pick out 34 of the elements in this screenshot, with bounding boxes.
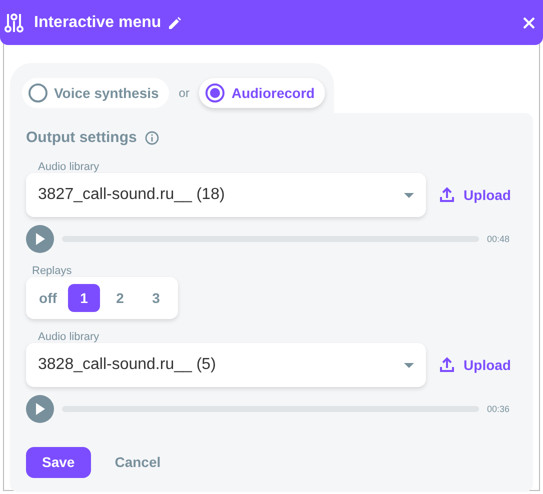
duration-text: 00:48 <box>487 234 511 244</box>
play-icon <box>35 233 45 245</box>
field-label: Audio library <box>38 161 100 174</box>
upload-icon <box>440 187 454 202</box>
upload-button[interactable]: Upload <box>434 186 517 204</box>
section-title: Output settings <box>26 129 137 147</box>
field-label: Replays <box>32 265 73 278</box>
radio-option[interactable]: Voice synthesis <box>22 78 169 108</box>
audio-select[interactable]: 3827_call-sound.ru__ (18) <box>26 173 426 217</box>
segment-option[interactable]: 3 <box>140 284 172 312</box>
play-icon <box>35 403 45 415</box>
play-button[interactable] <box>26 225 54 253</box>
play-button[interactable] <box>26 395 54 423</box>
pencil-icon[interactable] <box>169 16 182 28</box>
sliders-icon[interactable] <box>4 12 24 34</box>
upload-button[interactable]: Upload <box>434 356 517 374</box>
caret-icon <box>404 192 414 198</box>
segment-option[interactable]: off <box>32 284 64 312</box>
radio-icon <box>28 83 48 103</box>
close-icon[interactable] <box>523 16 535 28</box>
segment-option[interactable]: 2 <box>104 284 136 312</box>
cancel-button[interactable]: Cancel <box>98 447 177 478</box>
caret-icon <box>404 362 414 368</box>
upload-icon <box>440 357 454 372</box>
field-label: Audio library <box>38 331 100 344</box>
radio-option[interactable]: Audiorecord <box>199 78 325 108</box>
duration-text: 00:36 <box>487 404 511 414</box>
info-icon[interactable] <box>144 131 159 145</box>
window-title: Interactive menu <box>34 12 162 32</box>
radio-icon <box>205 83 226 103</box>
segment-option[interactable]: 1 <box>68 284 100 312</box>
save-button[interactable]: Save <box>26 447 91 478</box>
audio-select[interactable]: 3828_call-sound.ru__ (5) <box>26 343 426 387</box>
separator-text: or <box>178 86 190 100</box>
